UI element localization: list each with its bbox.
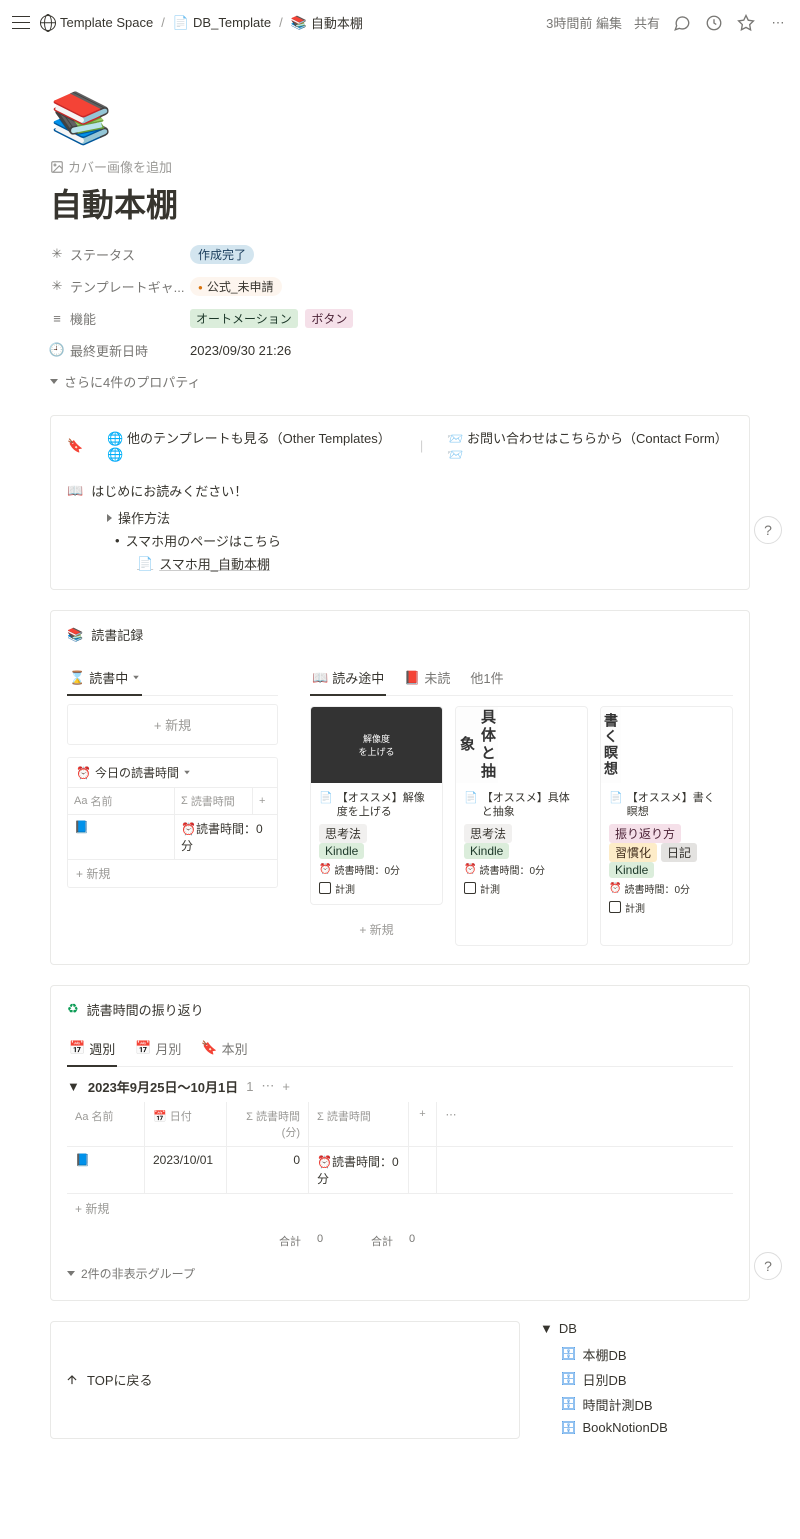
sum-label-min: 合計 — [227, 1229, 309, 1253]
readme-text: はじめにお読みください！ — [91, 481, 247, 500]
breadcrumb: Template Space / 📄DB_Template / 📚自動本棚 — [36, 11, 367, 34]
col-min[interactable]: Σ 読書時間(分) — [227, 1102, 309, 1146]
new-row[interactable]: + 新規 — [67, 1194, 733, 1223]
prop-tags[interactable]: オートメーション ボタン — [190, 309, 750, 328]
db-list: ▼DB 🗄本棚DB 🗄日別DB 🗄時間計測DB 🗄BookNotionDB — [540, 1321, 750, 1439]
book-cover-2: 書く瞑想 — [601, 707, 621, 783]
prop-label-updated: 最終更新日時 — [70, 341, 148, 360]
prop-updated-value: 2023/09/30 21:26 — [190, 343, 750, 358]
last-edited: 3時間前 編集 — [546, 13, 622, 32]
table-row[interactable]: 📘 ⏰読書時間：0分 — [68, 814, 277, 859]
review-section: ♻読書時間の振り返り 📅週別 📅月別 🔖本別 ▼ 2023年9月25日〜10月1… — [50, 985, 750, 1301]
reading-section: 📚読書記録 ⌛ 読書中 + 新規 ⏰今日の読書時間 Aa 名前 Σ 読書時間 +… — [50, 610, 750, 965]
new-card[interactable]: + 新規 — [310, 913, 443, 946]
sum-time: 0 — [401, 1229, 421, 1253]
back-to-top[interactable]: TOPに戻る — [50, 1321, 520, 1439]
tab-bybook[interactable]: 🔖本別 — [199, 1035, 249, 1066]
tab-monthly[interactable]: 📅月別 — [133, 1035, 183, 1066]
breadcrumb-item-0[interactable]: Template Space — [36, 13, 157, 33]
globe-icon — [40, 15, 56, 31]
properties: ✳ステータス 作成完了 ✳テンプレートギャ... 公式_未申請 ≡機能 オートメ… — [50, 238, 750, 391]
page-icon: 📄 — [173, 15, 189, 31]
status-badge[interactable]: 作成完了 — [190, 245, 254, 264]
db-item-0[interactable]: 🗄本棚DB — [540, 1342, 750, 1367]
new-button[interactable]: + 新規 — [67, 704, 278, 745]
db-item-2[interactable]: 🗄時間計測DB — [540, 1392, 750, 1417]
tab-more[interactable]: 他1件 — [468, 664, 505, 695]
book-icon: 📖 — [67, 483, 83, 499]
page-body: 📚 カバー画像を追加 自動本棚 ✳ステータス 作成完了 ✳テンプレートギャ...… — [30, 45, 770, 1539]
col-time[interactable]: Σ 読書時間 — [309, 1102, 409, 1146]
breadcrumb-item-1[interactable]: 📄DB_Template — [169, 13, 275, 33]
help-button[interactable]: ? — [754, 516, 782, 544]
add-column[interactable]: + — [409, 1102, 437, 1146]
share-button[interactable]: 共有 — [634, 13, 660, 32]
bullet-mobile: •スマホ用のページはこちら — [115, 531, 733, 550]
help-button[interactable]: ? — [754, 1252, 782, 1280]
mobile-page-link[interactable]: 📄スマホ用_自動本棚 — [137, 554, 733, 573]
col-date[interactable]: 📅 日付 — [145, 1102, 227, 1146]
db-item-3[interactable]: 🗄BookNotionDB — [540, 1417, 750, 1439]
sum-label-time: 合計 — [329, 1229, 401, 1253]
add-in-group[interactable]: + — [282, 1079, 290, 1094]
books-icon: 📚 — [291, 15, 307, 31]
column-menu[interactable]: ⋯ — [437, 1102, 465, 1146]
comments-icon[interactable] — [672, 13, 692, 33]
prop-label-gallery: テンプレートギャ... — [70, 277, 184, 296]
col-name[interactable]: Aa 名前 — [67, 1102, 145, 1146]
book-cover-0: 解像度を上げる — [311, 707, 442, 783]
callout-block: 🔖 🌐 他のテンプレートも見る（Other Templates） 🌐 | 📨 お… — [50, 415, 750, 590]
hidden-groups[interactable]: 2件の非表示グループ — [67, 1265, 733, 1282]
tab-reading-now[interactable]: ⌛ 読書中 — [67, 664, 142, 695]
tab-in-progress[interactable]: 📖読み途中 — [310, 664, 386, 695]
today-reading-time: ⏰今日の読書時間 Aa 名前 Σ 読書時間 + 📘 ⏰読書時間：0分 + 新規 — [67, 757, 278, 888]
sum-min: 0 — [309, 1229, 329, 1253]
prop-label-feature: 機能 — [70, 309, 96, 328]
show-more-properties[interactable]: さらに4件のプロパティ — [50, 372, 750, 391]
book-card-1[interactable]: 具体と抽象 📄【オススメ】具体と抽象 思考法 Kindle ⏰読書時間：0分 計… — [455, 706, 588, 946]
toggle-howto[interactable]: 操作方法 — [107, 508, 733, 527]
book-card-2[interactable]: 書く瞑想 📄【オススメ】書く瞑想 振り返り方習慣化日記 Kindle ⏰読書時間… — [600, 706, 733, 946]
book-card-0[interactable]: 解像度を上げる 📄【オススメ】解像度を上げる 思考法 Kindle ⏰読書時間：… — [310, 706, 443, 905]
add-column[interactable]: + — [253, 788, 277, 814]
db-toggle[interactable]: ▼DB — [540, 1321, 750, 1336]
bookmark-icon: 🔖 — [67, 438, 83, 454]
topbar: Template Space / 📄DB_Template / 📚自動本棚 3時… — [0, 0, 800, 45]
col-time[interactable]: Σ 読書時間 — [175, 788, 253, 814]
prop-label-status: ステータス — [70, 245, 135, 264]
more-icon[interactable]: ⋯ — [768, 13, 788, 33]
page-title[interactable]: 自動本棚 — [50, 180, 750, 226]
other-templates-link[interactable]: 🌐 他のテンプレートも見る（Other Templates） 🌐 — [107, 428, 396, 463]
page-emoji[interactable]: 📚 — [50, 85, 750, 149]
status-badge[interactable]: 公式_未申請 — [190, 277, 282, 296]
new-row[interactable]: + 新規 — [68, 859, 277, 887]
books-icon: 📚 — [67, 627, 83, 643]
col-name[interactable]: Aa 名前 — [68, 788, 175, 814]
menu-icon[interactable] — [12, 14, 30, 32]
group-header[interactable]: ▼ 2023年9月25日〜10月1日 1 ⋯ + — [67, 1077, 733, 1096]
tab-unread[interactable]: 📕未読 — [402, 664, 452, 695]
tab-weekly[interactable]: 📅週別 — [67, 1035, 117, 1066]
db-item-1[interactable]: 🗄日別DB — [540, 1367, 750, 1392]
breadcrumb-item-2[interactable]: 📚自動本棚 — [287, 11, 367, 34]
add-cover-button[interactable]: カバー画像を追加 — [50, 157, 172, 176]
book-cover-1: 具体と抽象 — [456, 707, 498, 783]
table-row[interactable]: 📘 2023/10/01 0 ⏰読書時間：0分 — [67, 1147, 733, 1194]
refresh-icon: ♻ — [67, 1001, 79, 1017]
updates-icon[interactable] — [704, 13, 724, 33]
favorite-icon[interactable] — [736, 13, 756, 33]
contact-form-link[interactable]: 📨 お問い合わせはこちらから（Contact Form） 📨 — [447, 428, 733, 463]
